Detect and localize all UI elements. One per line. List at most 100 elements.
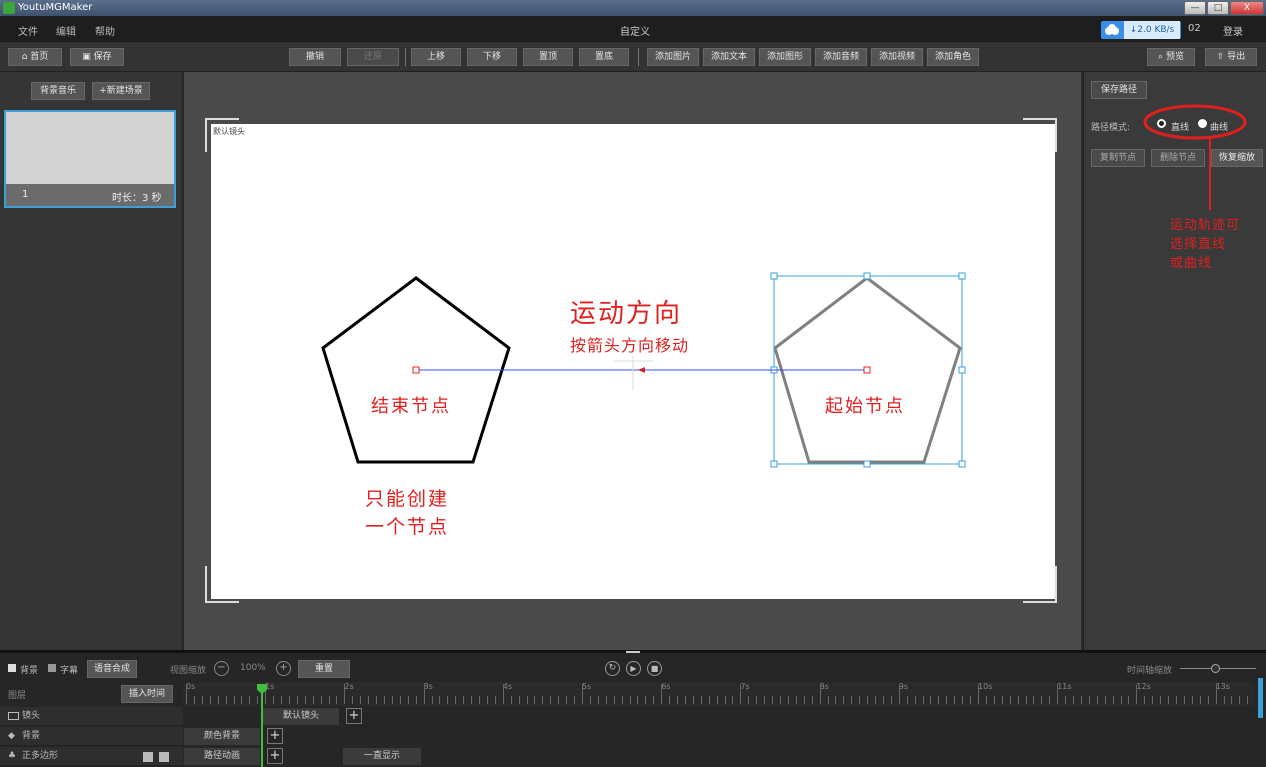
ruler-tick [320, 696, 322, 704]
export-button[interactable]: ⇧ 导出 [1205, 48, 1257, 66]
ruler-tick [930, 696, 932, 704]
add-camera-clip-icon[interactable]: + [346, 708, 362, 724]
timeline-scrollbar[interactable] [1258, 678, 1263, 718]
single-node-note-line2: 一个节点 [365, 516, 450, 538]
ruler-tick [1215, 684, 1217, 704]
menu-help[interactable]: 帮助 [95, 23, 115, 38]
zoom-out-icon[interactable]: − [214, 661, 229, 676]
ruler-tick [985, 696, 987, 704]
end-node-handle [412, 366, 420, 374]
stop-icon[interactable]: ■ [647, 661, 662, 676]
add-animation-clip-icon[interactable]: + [267, 748, 283, 764]
ruler-tick [257, 696, 259, 704]
zoom-in-icon[interactable]: + [276, 661, 291, 676]
ruler-tick [1128, 696, 1130, 704]
annotation-line2: 选择直线 [1170, 237, 1227, 252]
path-mode-label: 路径模式: [1091, 123, 1131, 133]
home-button[interactable]: ⌂ 首页 [8, 48, 62, 66]
reset-zoom-button[interactable]: 重置 [298, 660, 350, 678]
ruler-tick [296, 696, 298, 704]
background-clip[interactable]: 颜色背景 [184, 728, 260, 745]
camera-clip[interactable]: 默认镜头 [263, 708, 339, 725]
send-to-bottom-button[interactable]: 置底 [579, 48, 629, 66]
add-shape-button[interactable]: 添加图形 [759, 48, 811, 66]
ruler-tick [700, 696, 702, 704]
add-audio-button[interactable]: 添加音频 [815, 48, 867, 66]
layer-row-background[interactable]: 背景 [0, 727, 183, 746]
ruler-tick [811, 696, 813, 704]
view-zoom-label: 视图缩放 [170, 666, 207, 676]
ruler-tick [1183, 696, 1185, 704]
ruler-tick [962, 696, 964, 704]
new-scene-button[interactable]: +新建场景 [92, 82, 150, 100]
ruler-tick [867, 696, 869, 704]
layer-row-polygon[interactable]: 正多边形 [0, 747, 183, 766]
close-button[interactable]: X [1230, 1, 1264, 15]
bg-checkbox[interactable] [8, 664, 16, 672]
toolbar-divider [405, 48, 406, 66]
motion-direction-title: 运动方向 [570, 299, 683, 329]
subtitle-checkbox[interactable] [48, 664, 56, 672]
ruler-tick-label: 13s [1215, 682, 1230, 691]
playhead[interactable] [261, 684, 263, 767]
minimize-button[interactable]: — [1184, 1, 1206, 15]
timeline-zoom-thumb[interactable] [1211, 664, 1220, 673]
add-text-button[interactable]: 添加文本 [703, 48, 755, 66]
ruler-tick [1136, 684, 1138, 704]
ruler-tick [1073, 696, 1075, 704]
ruler-tick [447, 696, 449, 704]
undo-button[interactable]: 撤销 [289, 48, 341, 66]
login-link[interactable]: 登录 [1223, 23, 1243, 38]
ruler-tick [582, 684, 583, 704]
insert-time-button[interactable]: 插入时间 [121, 685, 173, 703]
redo-button[interactable]: 还原 [347, 48, 399, 66]
menu-edit[interactable]: 编辑 [56, 23, 76, 38]
layer-row-camera[interactable]: 镜头 [0, 707, 183, 726]
ruler-tick [209, 696, 211, 704]
play-icon[interactable]: ▶ [626, 661, 641, 676]
ruler-tick [954, 696, 956, 704]
maximize-button[interactable]: □ [1207, 1, 1229, 15]
ruler-tick [193, 696, 195, 704]
background-icon: ◆ [8, 731, 15, 741]
camera-icon [8, 712, 19, 720]
always-show-clip[interactable]: 一直显示 [343, 748, 421, 765]
move-up-button[interactable]: 上移 [411, 48, 461, 66]
move-down-button[interactable]: 下移 [467, 48, 517, 66]
export-icon: ⇧ [1216, 52, 1228, 62]
resize-grip-icon[interactable] [626, 651, 640, 653]
add-role-button[interactable]: 添加角色 [927, 48, 979, 66]
ruler-tick [463, 696, 465, 704]
replay-icon[interactable]: ↻ [605, 661, 620, 676]
copy-node-button[interactable]: 复制节点 [1091, 149, 1145, 167]
ruler-tick [550, 696, 552, 704]
annotation-line1: 运动轨迹可 [1170, 218, 1241, 233]
lock-toggle[interactable] [159, 752, 169, 762]
annotation-circle [1143, 104, 1247, 210]
menu-file[interactable]: 文件 [18, 23, 38, 38]
add-video-button[interactable]: 添加视频 [871, 48, 923, 66]
toolbar [0, 42, 1266, 72]
single-node-note-line1: 只能创建 [365, 488, 450, 510]
add-image-button[interactable]: 添加图片 [647, 48, 699, 66]
path-animation-clip[interactable]: 路径动画 [184, 748, 260, 765]
ruler-tick [1176, 696, 1177, 704]
ruler-tick [827, 696, 829, 704]
ruler-tick [621, 696, 623, 704]
bg-music-button[interactable]: 背景音乐 [31, 82, 85, 100]
tts-button[interactable]: 语音合成 [87, 660, 137, 678]
add-background-clip-icon[interactable]: + [267, 728, 283, 744]
ruler-tick [502, 684, 504, 704]
ruler-tick-label: 10s [978, 682, 993, 691]
save-button[interactable]: ▣ 保存 [70, 48, 124, 66]
bring-to-top-button[interactable]: 置顶 [523, 48, 573, 66]
ruler-tick [439, 696, 441, 704]
ruler-tick [304, 696, 306, 704]
ruler-tick [249, 696, 251, 704]
preview-button[interactable]: ⌕ 预览 [1147, 48, 1195, 66]
timeline-zoom-label: 时间轴缩放 [1127, 666, 1173, 676]
visibility-toggle[interactable] [143, 752, 153, 762]
app-logo-icon [3, 2, 15, 14]
save-path-button[interactable]: 保存路径 [1091, 81, 1147, 99]
search-icon: ⌕ [1158, 52, 1166, 62]
